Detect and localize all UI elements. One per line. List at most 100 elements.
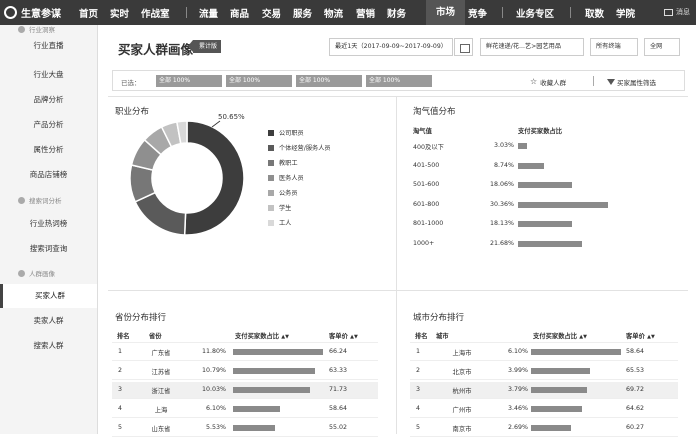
- nav-logistics[interactable]: 物流: [324, 6, 343, 20]
- province-title: 省份分布排行: [115, 313, 167, 323]
- nav-separator: [186, 7, 187, 18]
- divider: [108, 290, 688, 291]
- rank-cell: 5: [118, 424, 123, 431]
- nav-data[interactable]: 取数: [585, 6, 604, 20]
- nav-academy[interactable]: 学院: [616, 6, 635, 20]
- sidebar-item-attribute[interactable]: 属性分析: [0, 138, 97, 162]
- terminal-select[interactable]: 所有终端: [590, 38, 638, 56]
- sidebar-item-brand[interactable]: 品牌分析: [0, 88, 97, 112]
- divider: [410, 360, 678, 361]
- sidebar-item-hot-words[interactable]: 行业热词榜: [0, 212, 97, 236]
- legend-swatch: [268, 129, 274, 136]
- name-cell: 南京市: [452, 426, 472, 433]
- nav-marketing[interactable]: 营销: [356, 6, 375, 20]
- favorite-button[interactable]: ☆ 收藏人群: [530, 77, 566, 88]
- sidebar: 行业洞察 行业直播 行业大盘 品牌分析 产品分析 属性分析 商品店铺榜 搜索词分…: [0, 25, 98, 434]
- percent-cell: 3.99%: [507, 367, 528, 374]
- percent-bar: [233, 349, 323, 355]
- nav-realtime[interactable]: 实时: [110, 6, 129, 20]
- sidebar-item-goods-rank[interactable]: 商品店铺榜: [0, 163, 97, 187]
- taoqi-range: 400及以下: [413, 144, 444, 151]
- category-select[interactable]: 鲜花速递/花...艺>园艺用品: [480, 38, 584, 56]
- date-range-select[interactable]: 最近1天（2017-09-09~2017-09-09）: [329, 38, 453, 56]
- price-cell: 66.24: [329, 348, 348, 355]
- legend-swatch: [268, 144, 274, 151]
- filter-chip[interactable]: 全部 100%: [366, 75, 432, 87]
- legend-item: 公司职员: [268, 128, 304, 137]
- column-header: 淘气值: [413, 128, 432, 135]
- rank-cell: 5: [416, 424, 421, 431]
- donut-slice[interactable]: [183, 120, 245, 236]
- percent-bar: [233, 387, 310, 393]
- taoqi-percent: 18.06%: [490, 181, 515, 189]
- attribute-filter-button[interactable]: 买家属性筛选: [607, 77, 656, 87]
- percent-bar: [531, 425, 571, 431]
- taoqi-percent: 8.74%: [493, 161, 514, 169]
- name-cell: 江苏省: [151, 369, 171, 376]
- taoqi-bar: [518, 221, 572, 228]
- percent-cell: 11.80%: [201, 348, 226, 355]
- nav-separator: [502, 7, 503, 18]
- rank-cell: 3: [416, 386, 421, 393]
- price-cell: 58.64: [329, 405, 348, 412]
- nav-service[interactable]: 服务: [293, 6, 312, 20]
- region-select[interactable]: 全网: [644, 38, 680, 56]
- rank-cell: 3: [118, 386, 123, 393]
- taoqi-bar: [518, 182, 572, 189]
- nav-goods[interactable]: 商品: [230, 6, 249, 20]
- percent-bar: [531, 387, 587, 393]
- divider: [112, 342, 378, 343]
- sidebar-item-product[interactable]: 产品分析: [0, 113, 97, 137]
- message-button[interactable]: 消息: [664, 7, 690, 17]
- taoqi-percent: 3.03%: [493, 142, 514, 149]
- filter-chip[interactable]: 全部 100%: [296, 75, 362, 87]
- price-cell: 65.53: [626, 367, 645, 374]
- sort-icon: ▲▼: [579, 334, 587, 340]
- divider: [112, 360, 378, 361]
- nav-finance[interactable]: 财务: [387, 6, 406, 20]
- calendar-icon[interactable]: [454, 38, 473, 56]
- nav-market[interactable]: 市场: [426, 0, 466, 25]
- nav-trade[interactable]: 交易: [262, 6, 281, 20]
- filter-chip[interactable]: 全部 100%: [226, 75, 292, 87]
- percent-cell: 10.79%: [201, 367, 226, 374]
- sidebar-item-buyers[interactable]: 买家人群: [0, 284, 97, 308]
- message-icon: [664, 8, 673, 16]
- nav-home[interactable]: 首页: [79, 6, 98, 20]
- sidebar-item-word-query[interactable]: 搜索词查询: [0, 237, 97, 261]
- sidebar-group-search: 搜索词分析: [18, 195, 62, 205]
- column-header: 省份: [149, 333, 162, 340]
- name-cell: 杭州市: [452, 388, 472, 395]
- taoqi-title: 淘气值分布: [413, 107, 456, 117]
- name-cell: 浙江省: [151, 388, 171, 395]
- nav-traffic[interactable]: 流量: [199, 6, 218, 20]
- nav-business-zone[interactable]: 业务专区: [516, 6, 554, 20]
- column-header[interactable]: 客单价 ▲▼: [626, 331, 655, 340]
- sidebar-item-industry-live[interactable]: 行业直播: [0, 34, 97, 58]
- nav-competition[interactable]: 竞争: [468, 6, 487, 20]
- percent-cell: 3.46%: [507, 405, 528, 412]
- logo[interactable]: 生意参谋: [4, 5, 61, 20]
- filter-chip[interactable]: 全部 100%: [156, 75, 222, 87]
- sidebar-item-industry-overview[interactable]: 行业大盘: [0, 63, 97, 87]
- price-cell: 71.73: [329, 386, 348, 393]
- legend-item: 工人: [268, 218, 291, 227]
- rank-cell: 4: [118, 405, 123, 412]
- name-cell: 广东省: [151, 350, 171, 357]
- city-title: 城市分布排行: [413, 313, 465, 323]
- percent-bar: [233, 406, 280, 412]
- logo-icon: [4, 6, 17, 19]
- percent-cell: 3.79%: [507, 386, 528, 393]
- sort-icon: ▲▼: [647, 334, 655, 340]
- sidebar-item-searchers[interactable]: 搜索人群: [0, 334, 97, 358]
- column-header[interactable]: 支付买家数占比 ▲▼: [533, 331, 587, 340]
- percent-cell: 6.10%: [205, 405, 226, 412]
- sidebar-item-sellers[interactable]: 卖家人群: [0, 309, 97, 333]
- rank-cell: 2: [416, 367, 421, 374]
- nav-separator: [570, 7, 571, 18]
- nav-warroom[interactable]: 作战室: [141, 6, 170, 20]
- column-header[interactable]: 客单价 ▲▼: [329, 331, 358, 340]
- percent-bar: [233, 368, 316, 374]
- column-header[interactable]: 支付买家数占比 ▲▼: [235, 331, 289, 340]
- percent-bar: [233, 425, 276, 431]
